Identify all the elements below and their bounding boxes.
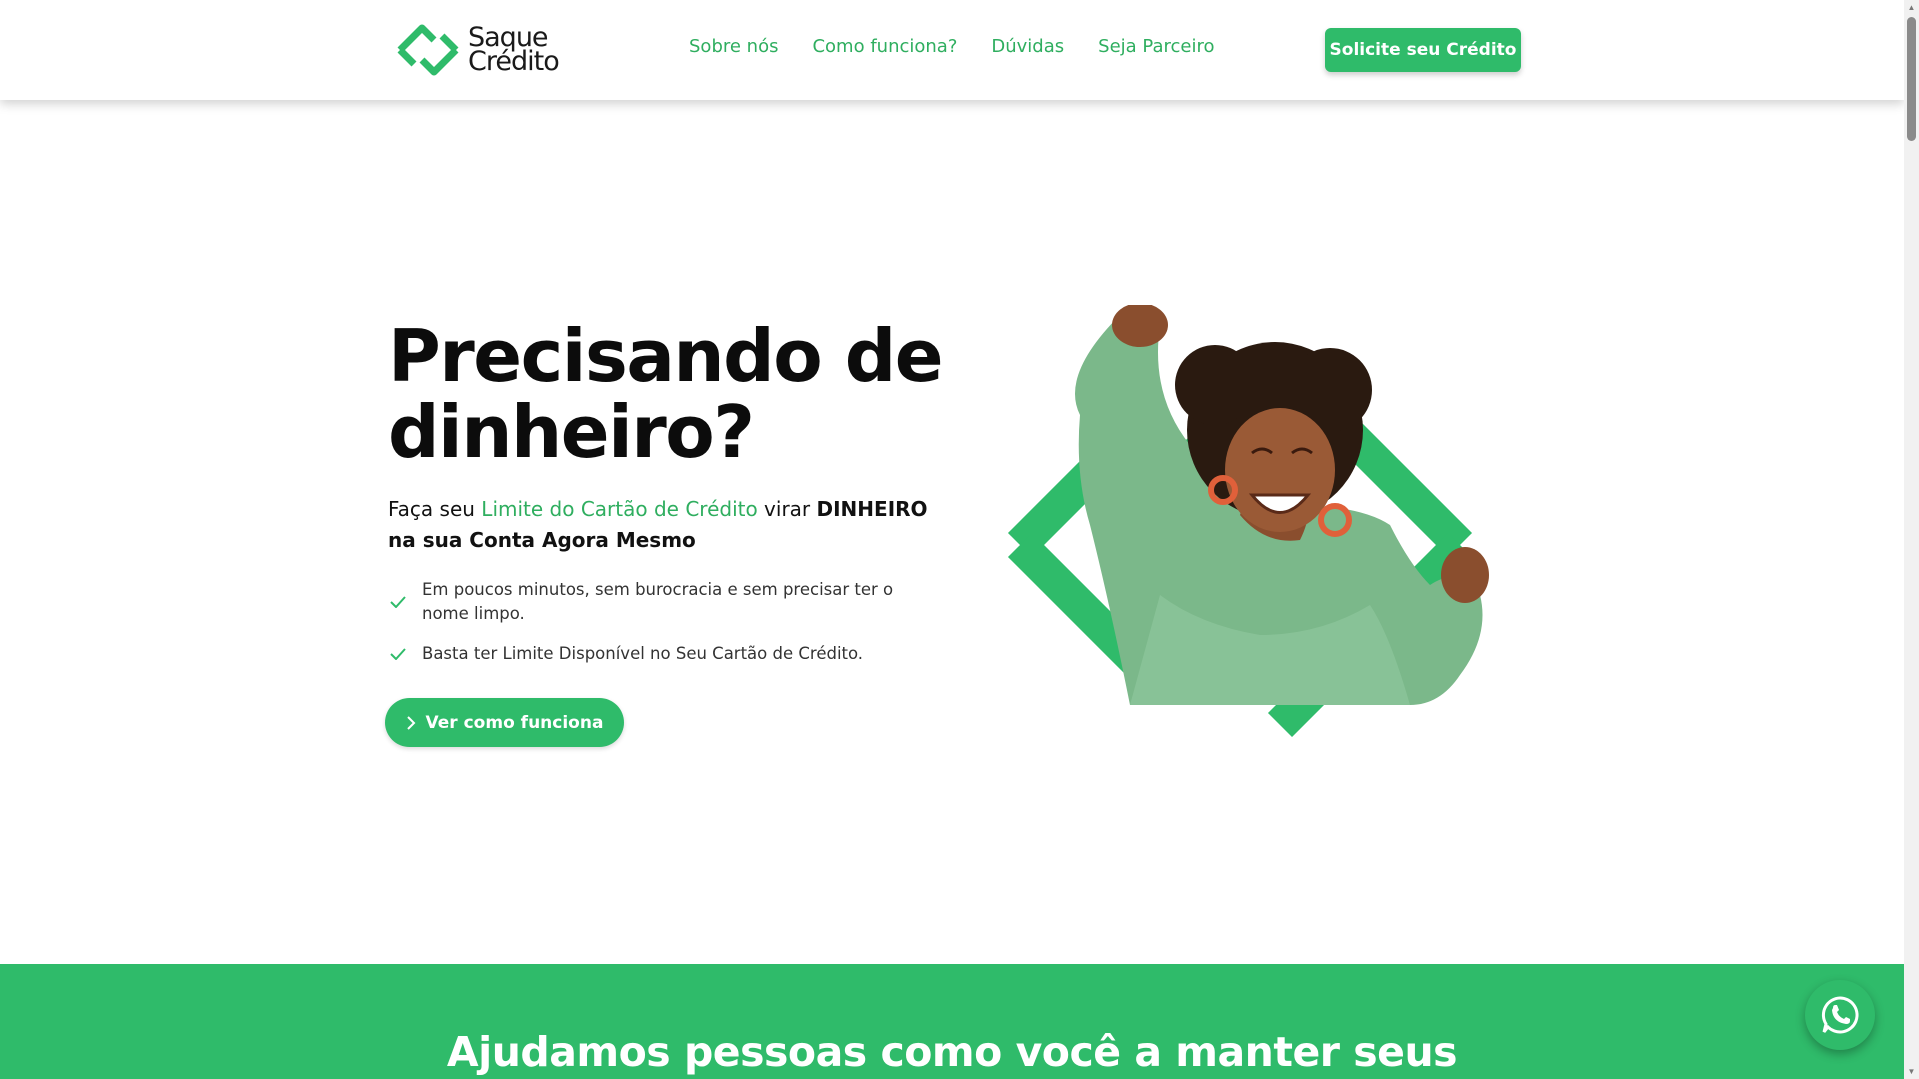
band-title: Ajudamos pessoas como você a manter seus — [446, 1028, 1458, 1076]
hero-title: Precisando de dinheiro? — [388, 314, 944, 474]
hero-subtitle: Faça seu Limite do Cartão de Crédito vir… — [388, 494, 948, 556]
ver-como-funciona-label: Ver como funciona — [425, 712, 604, 733]
benefits-list: Em poucos minutos, sem burocracia e sem … — [390, 578, 910, 682]
main-nav: Sobre nós Como funciona? Dúvidas Seja Pa… — [689, 36, 1214, 57]
hero-subtitle-middle: virar — [757, 497, 817, 521]
solicite-credito-button[interactable]: Solicite seu Crédito — [1325, 28, 1521, 72]
scroll-thumb[interactable] — [1907, 17, 1916, 141]
chevron-right-icon — [406, 715, 415, 730]
whatsapp-icon — [1821, 996, 1859, 1034]
nav-como-funciona[interactable]: Como funciona? — [812, 36, 957, 57]
site-header: Saque Crédito Sobre nós Como funciona? D… — [0, 0, 1904, 100]
list-item: Em poucos minutos, sem burocracia e sem … — [390, 578, 910, 626]
benefit-text: Em poucos minutos, sem burocracia e sem … — [422, 580, 894, 623]
scroll-up-icon[interactable]: ▲ — [1904, 0, 1919, 15]
scrollbar[interactable]: ▲ ▼ — [1904, 0, 1919, 1079]
saque-credito-logo-icon — [397, 24, 459, 76]
benefit-text: Basta ter Limite Disponível no Seu Cartã… — [422, 644, 864, 663]
nav-seja-parceiro[interactable]: Seja Parceiro — [1098, 36, 1214, 57]
hero-subtitle-before: Faça seu — [388, 497, 482, 521]
logo-line-2: Crédito — [468, 46, 560, 77]
nav-duvidas[interactable]: Dúvidas — [991, 36, 1064, 57]
scroll-down-icon[interactable]: ▼ — [1904, 1064, 1919, 1079]
whatsapp-button[interactable] — [1805, 980, 1875, 1050]
logo-text: Saque Crédito — [468, 24, 560, 77]
list-item: Basta ter Limite Disponível no Seu Cartã… — [390, 642, 910, 666]
check-icon — [390, 590, 408, 614]
nav-sobre-nos[interactable]: Sobre nós — [689, 36, 778, 57]
page: Saque Crédito Sobre nós Como funciona? D… — [0, 0, 1904, 1079]
logo[interactable]: Saque Crédito — [392, 20, 562, 80]
hero-illustration — [1007, 305, 1489, 738]
check-icon — [390, 642, 408, 666]
hero-subtitle-highlight: Limite do Cartão de Crédito — [481, 497, 758, 521]
ver-como-funciona-button[interactable]: Ver como funciona — [385, 698, 624, 747]
